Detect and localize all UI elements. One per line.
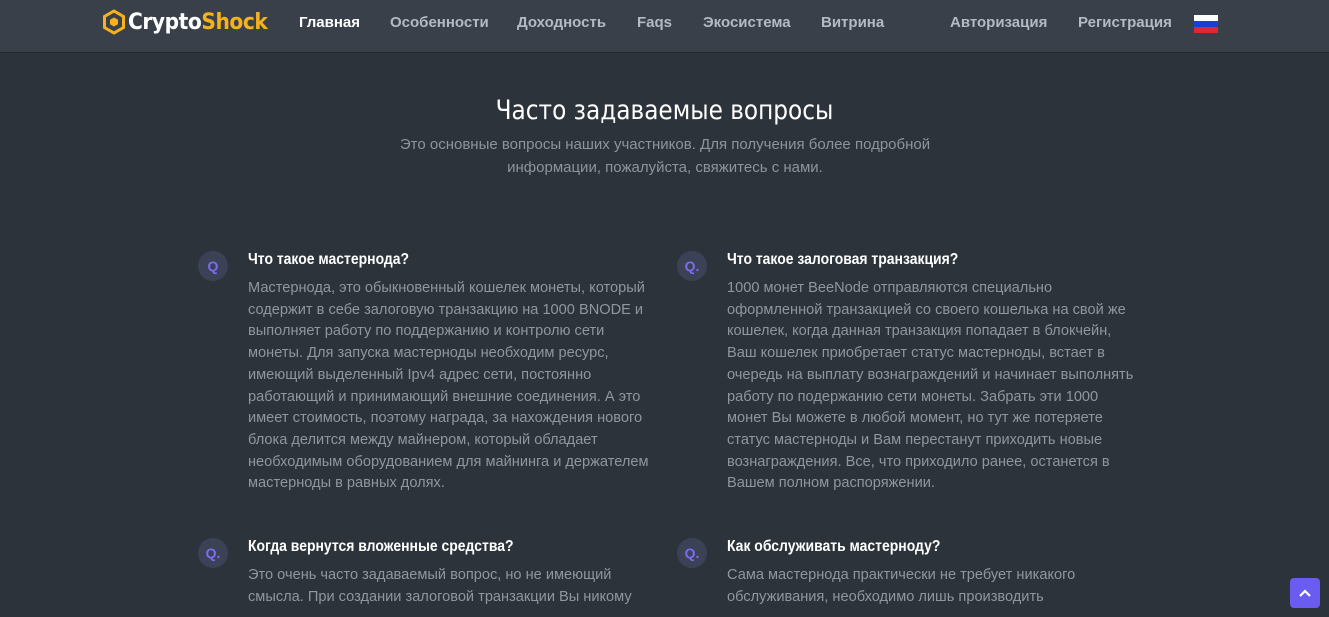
faq-answer: Сама мастернода практически не требует н… (727, 567, 1076, 605)
faq-question: Когда вернутся вложенные средства? (248, 538, 514, 555)
brand-name: CryptoShock (128, 9, 268, 35)
nav-item-register[interactable]: Регистрация (1078, 14, 1172, 31)
section-title: Часто задаваемые вопросы (495, 95, 834, 126)
brand-logo[interactable]: CryptoShock (102, 6, 280, 38)
nav-item-profitability[interactable]: Доходность (517, 14, 606, 31)
nav-item-features[interactable]: Особенности (390, 14, 489, 31)
question-badge: Q. (198, 538, 228, 568)
question-badge: Q (198, 251, 228, 281)
nav-item-faqs[interactable]: Faqs (637, 14, 672, 31)
faq-answer: 1000 монет BeeNode отправляются специаль… (727, 280, 1134, 492)
faq-question: Как обслуживать мастерноду? (727, 538, 941, 555)
nav-item-showcase[interactable]: Витрина (821, 14, 884, 31)
faq-question: Что такое залоговая транзакция? (727, 251, 959, 268)
nav-item-ecosystem[interactable]: Экосистема (703, 14, 791, 31)
faq-question: Что такое мастернода? (248, 251, 410, 268)
nav-item-login[interactable]: Авторизация (950, 14, 1047, 31)
brand-name-part1: Crypto (128, 9, 202, 35)
brand-name-part2: Shock (201, 9, 268, 35)
top-navbar: CryptoShock Главная Особенности Доходнос… (0, 0, 1329, 52)
hexagon-logo-icon (103, 9, 125, 35)
faq-answer: Мастернода, это обыкновенный кошелек мон… (248, 280, 649, 492)
nav-item-home[interactable]: Главная (299, 14, 360, 31)
chevron-up-icon (1299, 589, 1311, 597)
section-subtitle: Это основные вопросы наших участников. Д… (399, 136, 931, 176)
faq-answer: Это очень часто задаваемый вопрос, но не… (248, 567, 632, 605)
question-badge: Q. (677, 538, 707, 568)
scroll-to-top-button[interactable] (1290, 578, 1320, 608)
russia-flag-icon[interactable] (1194, 15, 1218, 33)
question-badge: Q. (677, 251, 707, 281)
